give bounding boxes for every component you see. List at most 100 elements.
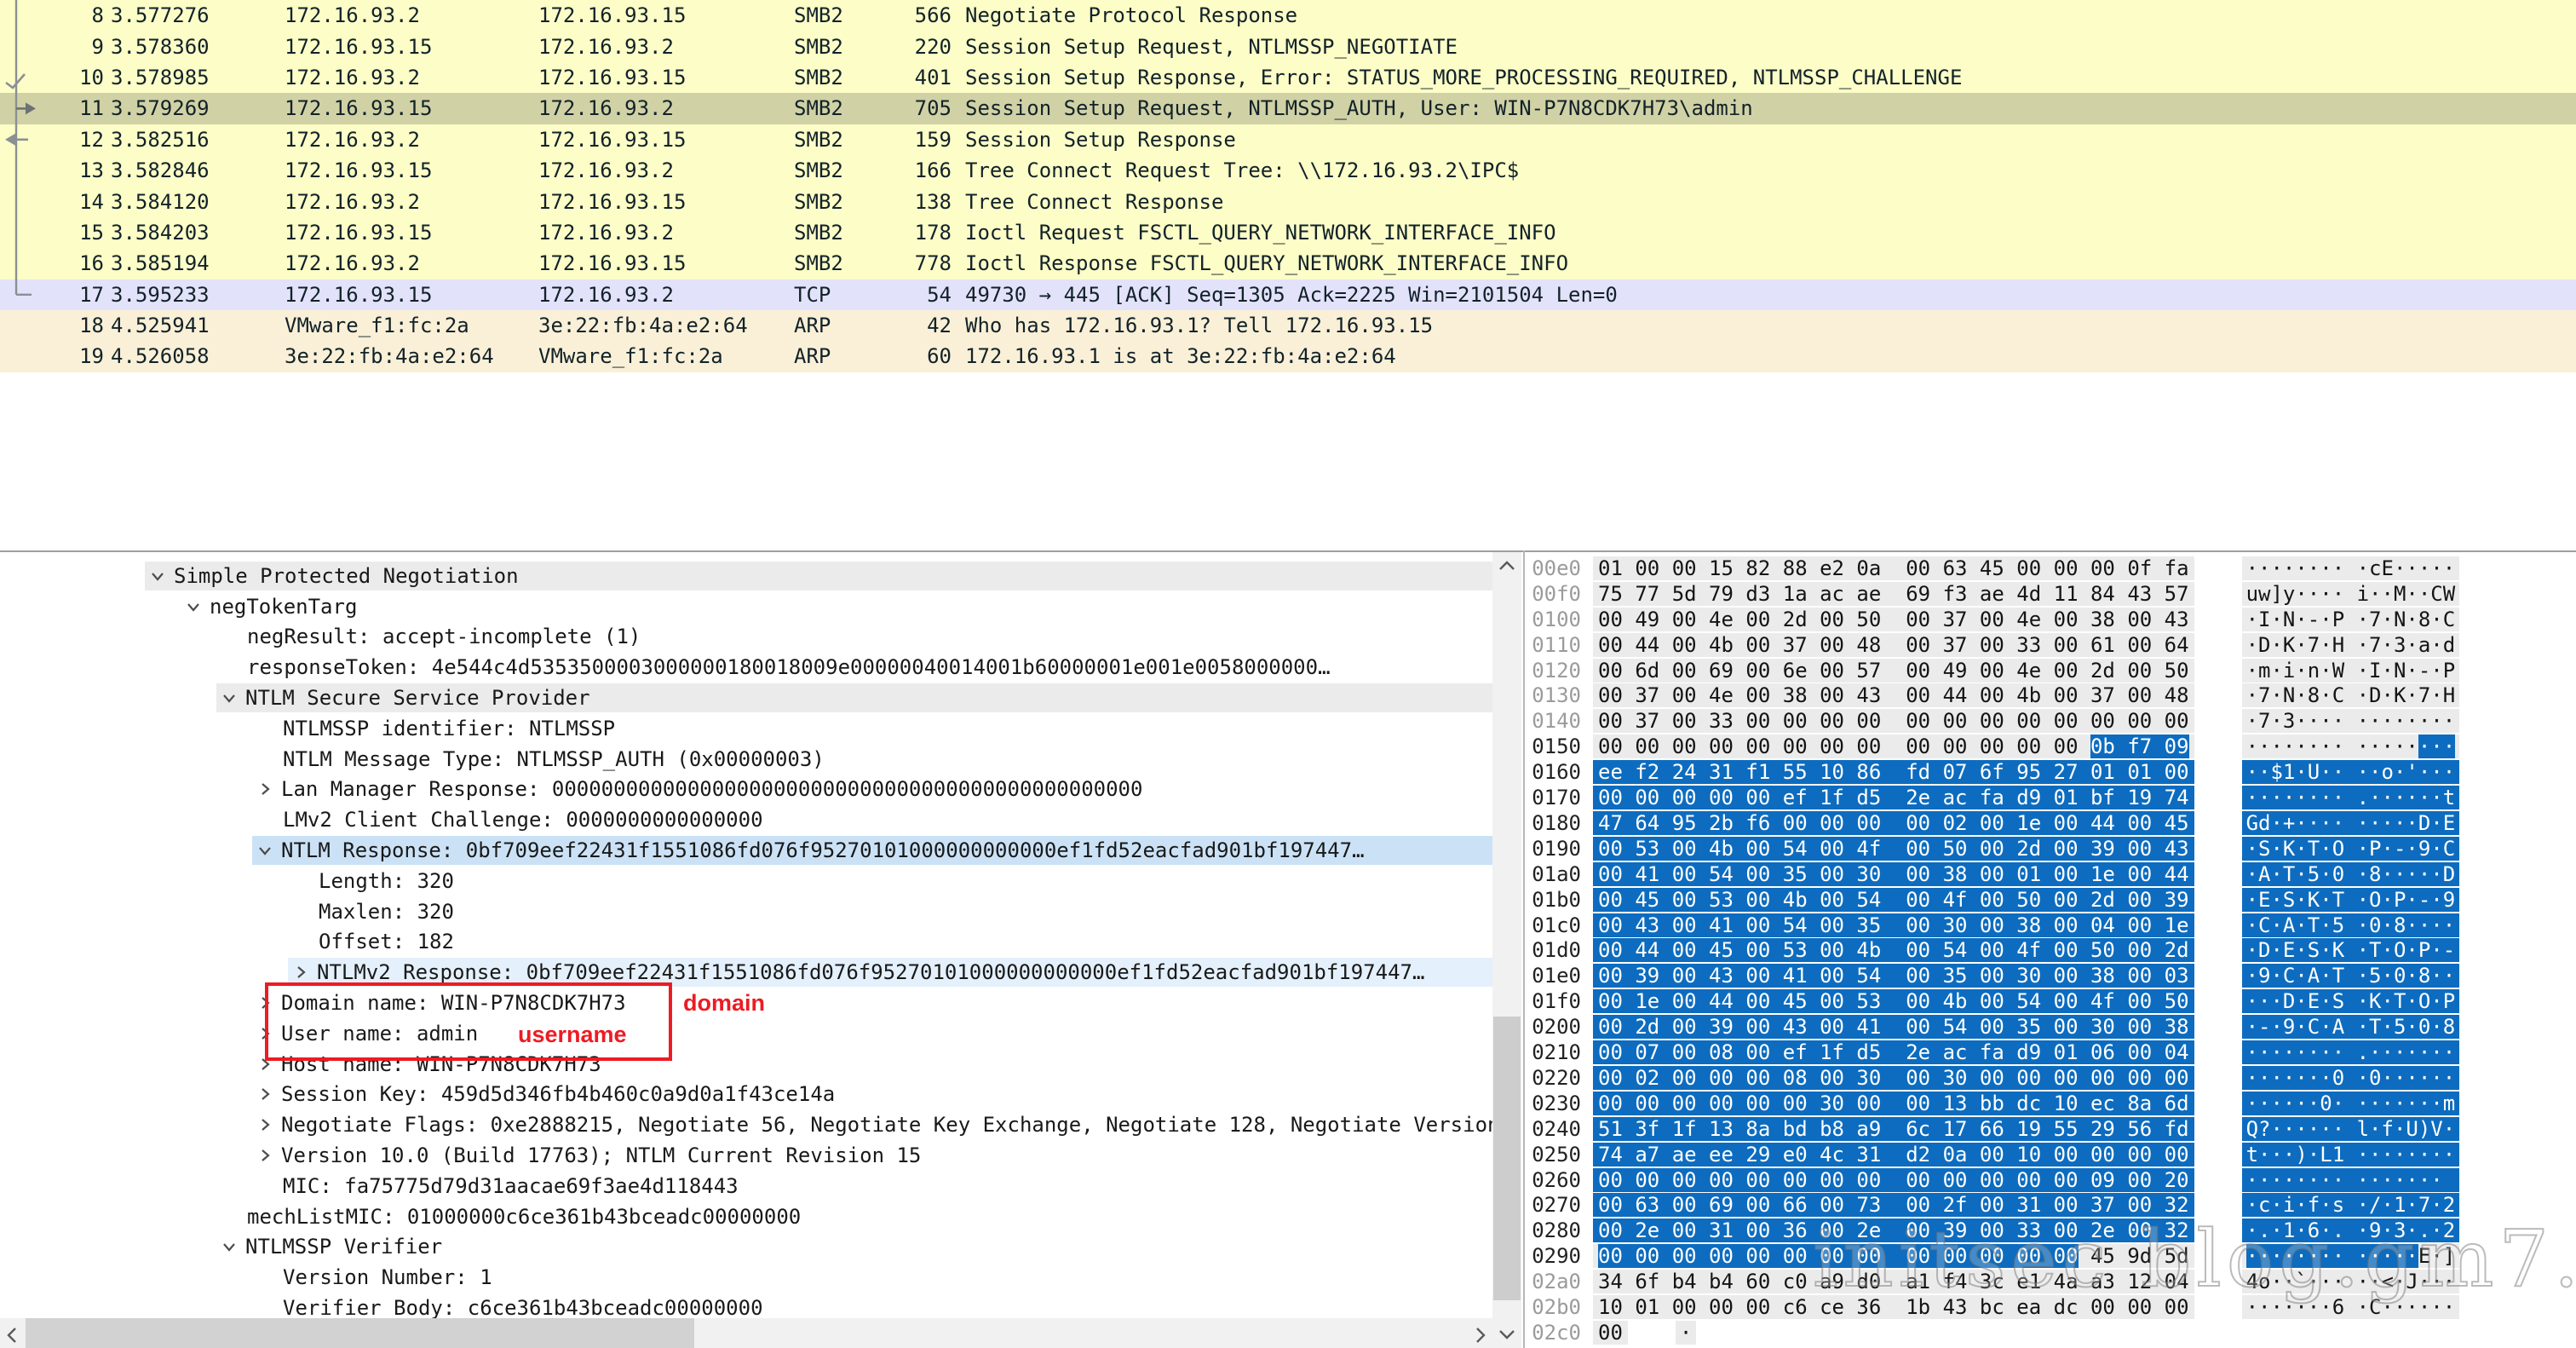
hex-row[interactable]: 025074 a7 ae ee 29 e0 4c 31 d2 0a 00 10 … (1525, 1142, 2459, 1167)
col-time: 3.595233 (104, 283, 285, 307)
packet-row[interactable]: 173.595233172.16.93.15172.16.93.2TCP5449… (0, 279, 2576, 310)
detail-row[interactable]: mechListMIC: 01000000c6ce361b43bceadc000… (0, 1201, 1492, 1232)
detail-row[interactable]: User name: admin (0, 1018, 1492, 1049)
packet-row[interactable]: 123.582516172.16.93.2172.16.93.15SMB2159… (0, 124, 2576, 155)
packet-row[interactable]: 184.525941VMware_f1:fc:2a3e:22:fb:4a:e2:… (0, 310, 2576, 341)
col-destination: 172.16.93.2 (538, 158, 794, 182)
hex-row[interactable]: 023000 00 00 00 00 00 30 00 00 13 bb dc … (1525, 1091, 2459, 1116)
detail-row[interactable]: Session Key: 459d5d346fb4b460c0a9d0a1f43… (0, 1080, 1492, 1110)
detail-row[interactable]: Lan Manager Response: 000000000000000000… (0, 775, 1492, 805)
hex-row[interactable]: 00e001 00 00 15 82 88 e2 0a 00 63 45 00 … (1525, 556, 2459, 581)
detail-row[interactable]: NTLMSSP Verifier (0, 1232, 1492, 1263)
hex-ascii: uw]y···· i··M··CW (2242, 582, 2460, 606)
packet-row[interactable]: 93.578360172.16.93.15172.16.93.2SMB2220S… (0, 31, 2576, 61)
hex-row[interactable]: 0160ee f2 24 31 f1 55 10 86 fd 07 6f 95 … (1525, 759, 2459, 785)
expander-open-icon[interactable] (220, 1237, 239, 1256)
expander-open-icon[interactable] (256, 841, 274, 860)
detail-row[interactable]: NTLMv2 Response: 0bf709eef22431f1551086f… (0, 957, 1492, 988)
hex-row[interactable]: 01c000 43 00 41 00 54 00 35 00 30 00 38 … (1525, 913, 2459, 938)
hex-row[interactable]: 022000 02 00 00 00 08 00 30 00 30 00 00 … (1525, 1065, 2459, 1091)
detail-row-label: Negotiate Flags: 0xe2888215, Negotiate 5… (281, 1113, 1492, 1137)
detail-row[interactable]: NTLMSSP identifier: NTLMSSP (0, 713, 1492, 744)
expander-open-icon[interactable] (148, 567, 167, 585)
hex-ascii: ·-·9·C·A ·T·5·0·8 (2242, 1015, 2460, 1039)
expander-open-icon[interactable] (220, 688, 239, 707)
expander-closed-icon[interactable] (256, 1146, 274, 1165)
hex-row[interactable]: 026000 00 00 00 00 00 00 00 00 00 00 00 … (1525, 1167, 2459, 1193)
col-length: 401 (862, 66, 952, 89)
detail-row[interactable]: Simple Protected Negotiation (0, 561, 1492, 591)
hex-row[interactable]: 013000 37 00 4e 00 38 00 43 00 44 00 4b … (1525, 683, 2459, 709)
expander-closed-icon[interactable] (256, 780, 274, 798)
packet-row[interactable]: 143.584120172.16.93.2172.16.93.15SMB2138… (0, 186, 2576, 216)
vertical-scrollbar-thumb[interactable] (1493, 1017, 1521, 1300)
detail-row[interactable]: Version 10.0 (Build 17763); NTLM Current… (0, 1140, 1492, 1171)
packet-row[interactable]: 133.582846172.16.93.15172.16.93.2SMB2166… (0, 155, 2576, 186)
detail-row[interactable]: NTLM Message Type: NTLMSSP_AUTH (0x00000… (0, 744, 1492, 775)
expander-open-icon[interactable] (184, 597, 203, 616)
detail-row[interactable]: responseToken: 4e544c4d53535000030000001… (0, 652, 1492, 683)
detail-vertical-scrollbar[interactable] (1492, 552, 1521, 1348)
hex-row[interactable]: 01d000 44 00 45 00 53 00 4b 00 54 00 4f … (1525, 938, 2459, 964)
hex-offset: 00f0 (1525, 582, 1581, 606)
scroll-right-icon[interactable] (1474, 1326, 1487, 1345)
scroll-left-icon[interactable] (5, 1326, 19, 1345)
detail-row[interactable]: Verifier Body: c6ce361b43bceadc00000000 (0, 1293, 1492, 1318)
hex-bytes: 00 44 00 4b 00 37 00 48 00 37 00 33 00 6… (1593, 633, 2194, 657)
horizontal-scrollbar-thumb[interactable] (26, 1318, 694, 1348)
col-destination: 172.16.93.15 (538, 66, 794, 89)
detail-row[interactable]: Version Number: 1 (0, 1262, 1492, 1293)
hex-offset: 0270 (1525, 1193, 1581, 1217)
packet-row[interactable]: 103.578985172.16.93.2172.16.93.15SMB2401… (0, 62, 2576, 93)
scroll-down-icon[interactable] (1498, 1328, 1516, 1341)
detail-row[interactable]: LMv2 Client Challenge: 0000000000000000 (0, 804, 1492, 835)
col-no: 11 (39, 96, 104, 120)
hex-row[interactable]: 012000 6d 00 69 00 6e 00 57 00 49 00 4e … (1525, 658, 2459, 683)
detail-horizontal-scrollbar[interactable] (0, 1318, 1492, 1348)
detail-row[interactable]: Host name: WIN-P7N8CDK7H73 (0, 1049, 1492, 1080)
detail-row[interactable]: negTokenTarg (0, 591, 1492, 622)
hex-row[interactable]: 01a000 41 00 54 00 35 00 30 00 38 00 01 … (1525, 861, 2459, 887)
hex-row[interactable]: 01f000 1e 00 44 00 45 00 53 00 4b 00 54 … (1525, 988, 2459, 1014)
detail-row[interactable]: MIC: fa75775d79d31aacae69f3ae4d118443 (0, 1171, 1492, 1201)
hex-row[interactable]: 015000 00 00 00 00 00 00 00 00 00 00 00 … (1525, 734, 2459, 759)
packet-row[interactable]: 163.585194172.16.93.2172.16.93.15SMB2778… (0, 248, 2576, 279)
detail-row[interactable]: Maxlen: 320 (0, 896, 1492, 927)
hex-row[interactable]: 019000 53 00 4b 00 54 00 4f 00 50 00 2d … (1525, 836, 2459, 861)
scroll-up-icon[interactable] (1498, 559, 1516, 573)
hex-offset: 0210 (1525, 1040, 1581, 1064)
hex-row[interactable]: 014000 37 00 33 00 00 00 00 00 00 00 00 … (1525, 708, 2459, 734)
hex-row[interactable]: 010000 49 00 4e 00 2d 00 50 00 37 00 4e … (1525, 607, 2459, 632)
packet-row[interactable]: 153.584203172.16.93.15172.16.93.2SMB2178… (0, 217, 2576, 248)
detail-row-label: Version Number: 1 (283, 1265, 492, 1289)
hex-ascii: · (1676, 1321, 1696, 1345)
hex-row[interactable]: 00f075 77 5d 79 d3 1a ac ae 69 f3 ae 4d … (1525, 581, 2459, 607)
expander-closed-icon[interactable] (291, 963, 310, 982)
hex-row[interactable]: 017000 00 00 00 00 ef 1f d5 2e ac fa d9 … (1525, 785, 2459, 810)
expander-closed-icon[interactable] (256, 1115, 274, 1134)
hex-row[interactable]: 02c000· (1525, 1320, 1696, 1345)
detail-row[interactable]: Offset: 182 (0, 927, 1492, 958)
hex-row[interactable]: 020000 2d 00 39 00 43 00 41 00 54 00 35 … (1525, 1014, 2459, 1040)
wireshark-window: 83.577276172.16.93.2172.16.93.15SMB2566N… (0, 0, 2576, 1348)
detail-row[interactable]: negResult: accept-incomplete (1) (0, 622, 1492, 653)
packet-row[interactable]: 113.579269172.16.93.15172.16.93.2SMB2705… (0, 93, 2576, 124)
hex-row[interactable]: 01e000 39 00 43 00 41 00 54 00 35 00 30 … (1525, 963, 2459, 988)
col-source: 172.16.93.2 (285, 190, 538, 214)
detail-row[interactable]: Negotiate Flags: 0xe2888215, Negotiate 5… (0, 1109, 1492, 1140)
packet-row[interactable]: 83.577276172.16.93.2172.16.93.15SMB2566N… (0, 0, 2576, 31)
expander-closed-icon[interactable] (256, 1085, 274, 1103)
detail-row[interactable]: NTLM Secure Service Provider (0, 683, 1492, 713)
detail-row-label: Length: 320 (319, 869, 454, 893)
detail-row[interactable]: NTLM Response: 0bf709eef22431f1551086fd0… (0, 835, 1492, 866)
hex-offset: 0280 (1525, 1218, 1581, 1242)
detail-row[interactable]: Length: 320 (0, 866, 1492, 896)
col-no: 10 (39, 66, 104, 89)
hex-row[interactable]: 01b000 45 00 53 00 4b 00 54 00 4f 00 50 … (1525, 887, 2459, 913)
hex-row[interactable]: 011000 44 00 4b 00 37 00 48 00 37 00 33 … (1525, 632, 2459, 658)
hex-row[interactable]: 021000 07 00 08 00 ef 1f d5 2e ac fa d9 … (1525, 1040, 2459, 1065)
hex-row[interactable]: 018047 64 95 2b f6 00 00 00 00 02 00 1e … (1525, 810, 2459, 836)
packet-row[interactable]: 194.5260583e:22:fb:4a:e2:64VMware_f1:fc:… (0, 341, 2576, 372)
hex-row[interactable]: 024051 3f 1f 13 8a bd b8 a9 6c 17 66 19 … (1525, 1116, 2459, 1142)
detail-row-label: mechListMIC: 01000000c6ce361b43bceadc000… (247, 1205, 801, 1229)
